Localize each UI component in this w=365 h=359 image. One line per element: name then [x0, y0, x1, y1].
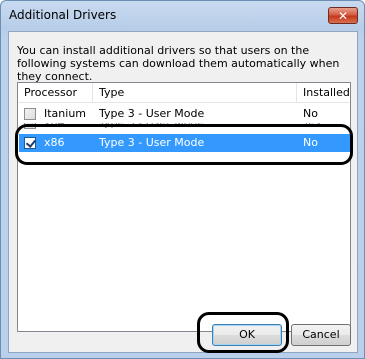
- x86-row-callout: [15, 124, 353, 165]
- title-bar[interactable]: Additional Drivers ✕: [1, 1, 364, 31]
- processor-cell: Itanium: [44, 107, 87, 120]
- drivers-list[interactable]: Processor Type Installed Itanium Type 3 …: [17, 82, 351, 332]
- installed-cell: No: [303, 107, 318, 120]
- list-item-itanium[interactable]: Itanium Type 3 - User Mode No: [19, 105, 350, 123]
- close-button[interactable]: ✕: [328, 7, 358, 24]
- column-header-processor[interactable]: Processor: [18, 83, 93, 103]
- description-text: You can install additional drivers so th…: [17, 44, 340, 83]
- close-icon: ✕: [337, 8, 349, 23]
- cancel-button[interactable]: Cancel: [291, 324, 351, 346]
- list-header: Processor Type Installed: [18, 83, 350, 103]
- dialog-body: You can install additional drivers so th…: [8, 31, 358, 353]
- column-header-type[interactable]: Type: [93, 83, 297, 103]
- additional-drivers-dialog: Additional Drivers ✕ You can install add…: [0, 0, 365, 359]
- itanium-checkbox[interactable]: [24, 108, 36, 120]
- type-cell: Type 3 - User Mode: [99, 107, 205, 120]
- column-header-installed[interactable]: Installed: [297, 83, 351, 103]
- dialog-title: Additional Drivers: [9, 8, 117, 22]
- ok-button-callout: [197, 312, 289, 353]
